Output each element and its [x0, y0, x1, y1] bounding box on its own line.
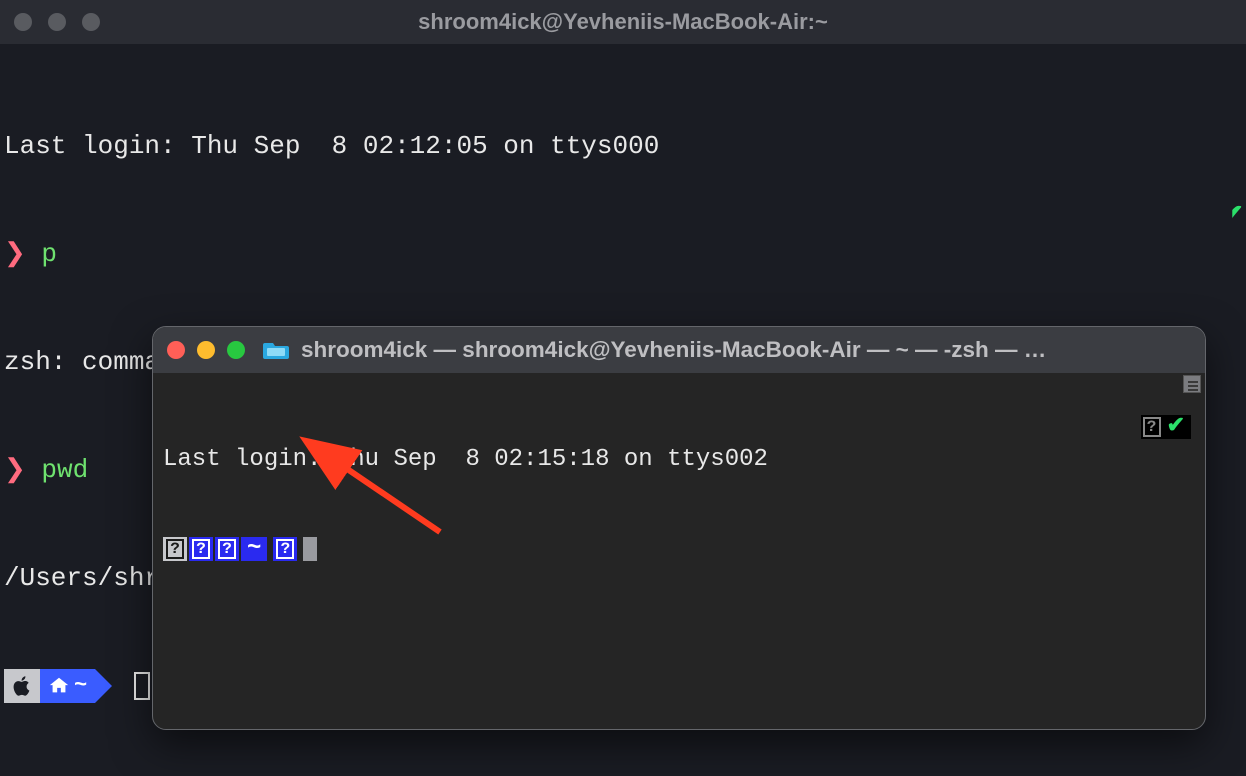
minimize-button[interactable]	[197, 341, 215, 359]
missing-glyph-icon: ?	[192, 539, 210, 559]
zoom-button[interactable]	[82, 13, 100, 31]
prompt-line-1: ❯ p	[4, 236, 1246, 272]
terminal-traffic-lights	[167, 341, 245, 359]
powerline-tilde: ~	[241, 537, 267, 561]
powerline-arrow-icon	[95, 669, 112, 703]
prompt-command: p	[41, 239, 57, 269]
iterm-window-title: shroom4ick@Yevheniis-MacBook-Air:~	[0, 9, 1246, 35]
iterm-traffic-lights	[14, 13, 100, 31]
last-login-line: Last login: Thu Sep 8 02:15:18 on ttys00…	[163, 445, 1195, 475]
close-button[interactable]	[167, 341, 185, 359]
home-icon	[48, 675, 70, 697]
prompt-symbol: ❯	[4, 455, 26, 485]
right-prompt-status: ? ✔	[1141, 415, 1191, 439]
zoom-button[interactable]	[227, 341, 245, 359]
powerline-prompt: ~	[4, 669, 112, 703]
text-cursor[interactable]	[303, 537, 317, 561]
prompt-command: pwd	[41, 455, 88, 485]
missing-glyph-icon: ?	[166, 539, 184, 559]
text-cursor[interactable]	[134, 672, 150, 700]
missing-glyph-icon: ?	[276, 539, 294, 559]
broken-segment-os: ?	[163, 537, 187, 561]
powerline-segment-os	[4, 669, 40, 703]
terminal-body[interactable]: Last login: Thu Sep 8 02:15:18 on ttys00…	[153, 373, 1205, 729]
broken-home-icon: ?	[215, 537, 239, 561]
prompt-symbol: ❯	[4, 239, 26, 269]
broken-separator: ?	[189, 537, 213, 561]
terminal-app-window[interactable]: shroom4ick — shroom4ick@Yevheniis-MacBoo…	[152, 326, 1206, 730]
proxy-folder-icon[interactable]	[263, 339, 289, 361]
iterm-titlebar[interactable]: shroom4ick@Yevheniis-MacBook-Air:~	[0, 0, 1246, 44]
broken-separator-end: ?	[273, 537, 297, 561]
minimize-button[interactable]	[48, 13, 66, 31]
powerline-tilde: ~	[74, 668, 87, 704]
missing-glyph-icon: ?	[218, 539, 236, 559]
missing-glyph-icon: ?	[1143, 417, 1161, 437]
close-button[interactable]	[14, 13, 32, 31]
broken-powerline-prompt-line: ???~?	[163, 535, 1195, 565]
checkmark-icon: ✔	[1167, 412, 1185, 442]
apple-logo-icon	[12, 674, 32, 698]
terminal-titlebar[interactable]: shroom4ick — shroom4ick@Yevheniis-MacBoo…	[153, 327, 1205, 373]
terminal-window-title: shroom4ick — shroom4ick@Yevheniis-MacBoo…	[301, 337, 1191, 363]
last-login-line: Last login: Thu Sep 8 02:12:05 on ttys00…	[4, 128, 1246, 164]
broken-powerline-prompt: ???~?	[163, 537, 297, 561]
powerline-segment-dir: ~	[40, 669, 95, 703]
